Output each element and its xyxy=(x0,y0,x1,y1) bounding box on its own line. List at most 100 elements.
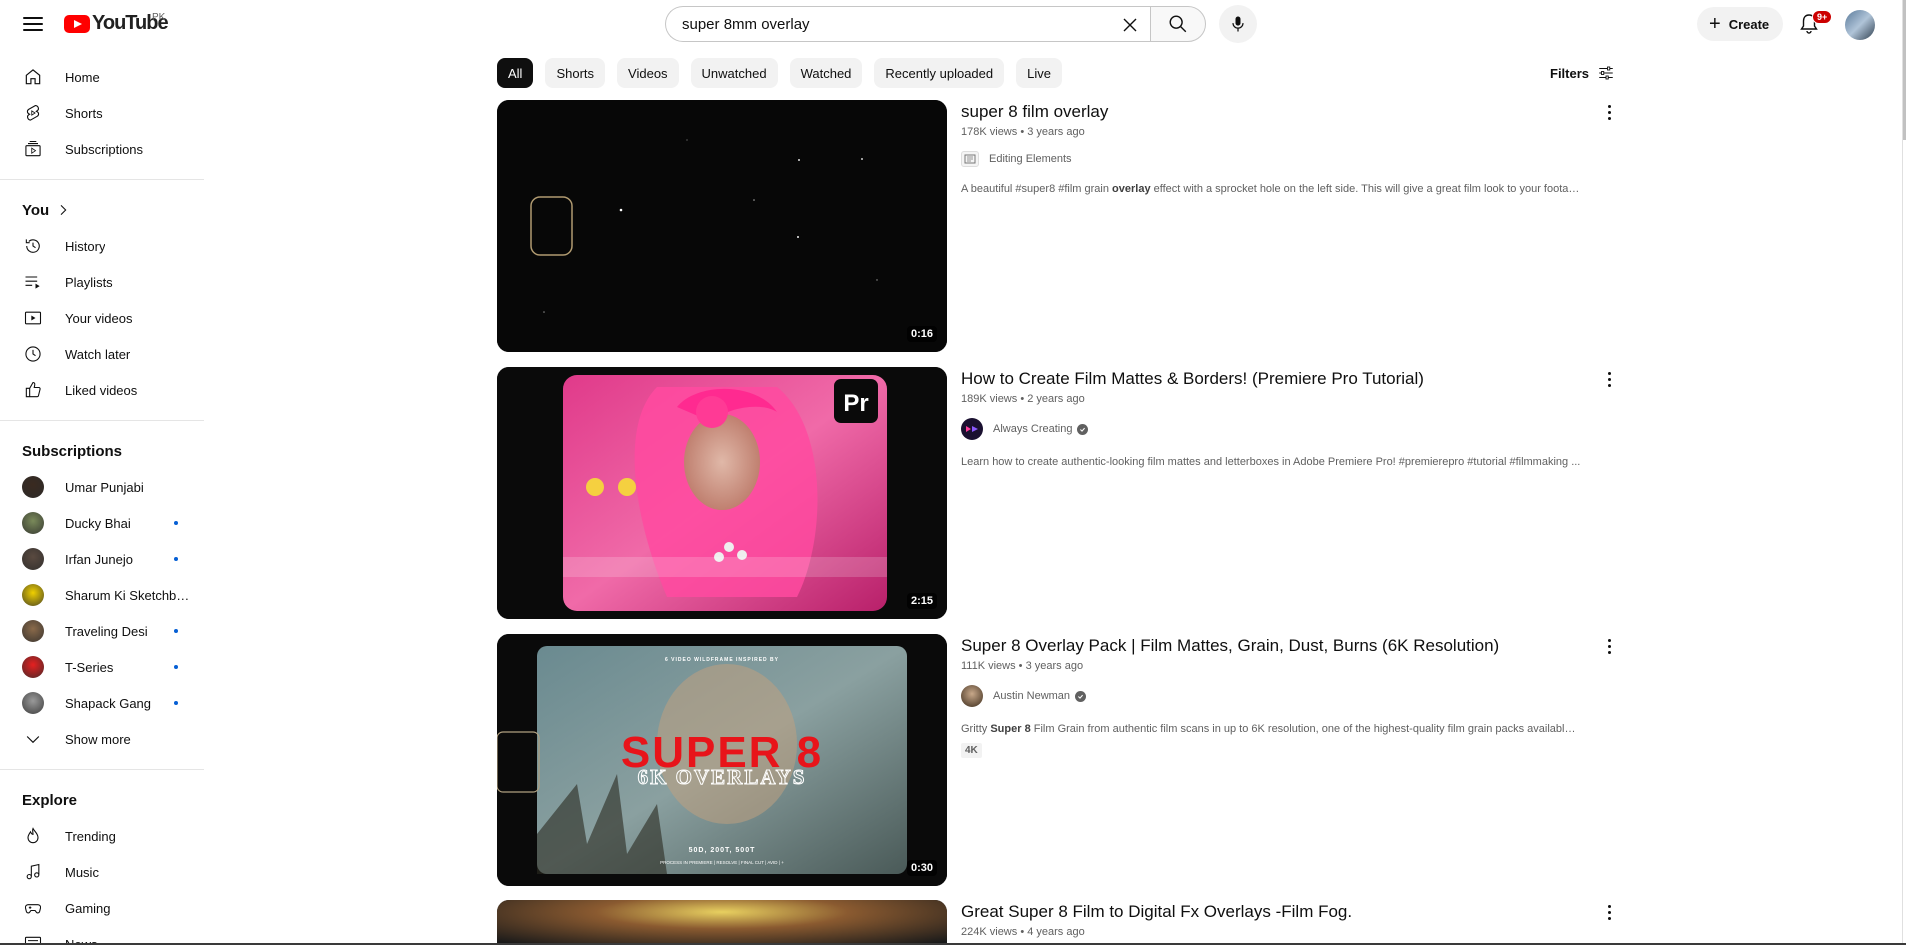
sidebar-subscription-item[interactable]: Sharum Ki Sketchbook xyxy=(0,577,204,613)
video-thumbnail[interactable]: 0:16 xyxy=(497,100,947,352)
sidebar-item-label: T-Series xyxy=(65,660,113,675)
sidebar-item-home[interactable]: Home xyxy=(0,59,204,95)
video-result: 0:16 super 8 film overlay 178K views • 3… xyxy=(497,100,1617,352)
new-content-dot xyxy=(174,521,178,525)
video-thumbnail[interactable] xyxy=(497,900,947,945)
more-actions-button[interactable] xyxy=(1597,634,1621,658)
sidebar-subscription-item[interactable]: T-Series xyxy=(0,649,204,685)
desc-text: A beautiful #super8 #film grain xyxy=(961,183,1112,195)
chip-shorts[interactable]: Shorts xyxy=(545,58,605,88)
gaming-icon xyxy=(22,897,44,919)
filters-button[interactable]: Filters xyxy=(1550,64,1615,82)
window-edge xyxy=(1902,0,1903,945)
video-meta: 178K views • 3 years ago xyxy=(961,126,1581,138)
more-actions-button[interactable] xyxy=(1597,100,1621,124)
sidebar-item-gaming[interactable]: Gaming xyxy=(0,890,204,926)
menu-bar xyxy=(23,29,43,31)
video-result: 6 VIDEO WILDFRAME INSPIRED BY SUPER 8 6K… xyxy=(497,634,1617,886)
dot xyxy=(1608,651,1611,654)
sidebar-item-music[interactable]: Music xyxy=(0,854,204,890)
channel-link[interactable]: Austin Newman xyxy=(961,685,1581,707)
menu-bar xyxy=(23,23,43,25)
channel-link[interactable]: Always Creating xyxy=(961,418,1581,440)
sidebar-subscription-item[interactable]: Ducky Bhai xyxy=(0,505,204,541)
video-title[interactable]: super 8 film overlay xyxy=(961,100,1581,124)
search-bar xyxy=(665,6,1206,42)
microphone-icon xyxy=(1228,14,1248,34)
clear-search-icon[interactable] xyxy=(1118,13,1142,37)
channel-avatar xyxy=(22,692,44,714)
more-actions-button[interactable] xyxy=(1597,367,1621,391)
video-info: Super 8 Overlay Pack | Film Mattes, Grai… xyxy=(961,634,1581,758)
show-more-button[interactable]: Show more xyxy=(0,721,204,757)
sidebar-item-watch-later[interactable]: Watch later xyxy=(0,336,204,372)
video-title[interactable]: Super 8 Overlay Pack | Film Mattes, Grai… xyxy=(961,634,1581,658)
channel-avatar xyxy=(961,685,983,707)
filter-chips: All Shorts Videos Unwatched Watched Recently … xyxy=(497,58,1062,88)
dot xyxy=(1608,378,1611,381)
video-info: Great Super 8 Film to Digital Fx Overlay… xyxy=(961,900,1581,938)
chip-unwatched[interactable]: Unwatched xyxy=(691,58,778,88)
create-button[interactable]: + Create xyxy=(1697,7,1783,41)
sidebar-subscription-item[interactable]: Traveling Desi xyxy=(0,613,204,649)
sidebar-item-label: Sharum Ki Sketchbook xyxy=(65,588,195,603)
sidebar-item-your-videos[interactable]: Your videos xyxy=(0,300,204,336)
video-title[interactable]: Great Super 8 Film to Digital Fx Overlay… xyxy=(961,900,1581,924)
sidebar-item-shorts[interactable]: Shorts xyxy=(0,95,204,131)
video-thumbnail[interactable]: 6 VIDEO WILDFRAME INSPIRED BY SUPER 8 6K… xyxy=(497,634,947,886)
your-videos-icon xyxy=(22,307,44,329)
chip-all[interactable]: All xyxy=(497,58,533,88)
plus-icon: + xyxy=(1709,14,1721,34)
channel-avatar xyxy=(22,512,44,534)
voice-search-button[interactable] xyxy=(1219,5,1257,43)
search-button[interactable] xyxy=(1150,6,1206,42)
thumbnail-top-text: 6 VIDEO WILDFRAME INSPIRED BY xyxy=(665,657,779,663)
sidebar-item-history[interactable]: History xyxy=(0,228,204,264)
new-content-dot xyxy=(174,701,178,705)
sidebar-item-playlists[interactable]: Playlists xyxy=(0,264,204,300)
dot xyxy=(1608,111,1611,114)
account-avatar[interactable] xyxy=(1845,10,1875,40)
video-meta: 224K views • 4 years ago xyxy=(961,926,1581,938)
chip-recently-uploaded[interactable]: Recently uploaded xyxy=(874,58,1004,88)
search-input[interactable] xyxy=(682,16,1082,33)
sidebar-subscription-item[interactable]: Irfan Junejo xyxy=(0,541,204,577)
video-result: Pr 2:15 How to Create Film Mattes & Bord… xyxy=(497,367,1617,619)
show-more-label: Show more xyxy=(65,732,131,747)
dot xyxy=(1608,905,1611,908)
sidebar-item-label: Shorts xyxy=(65,106,103,121)
channel-link[interactable]: Editing Elements xyxy=(961,151,1581,167)
chip-live[interactable]: Live xyxy=(1016,58,1062,88)
country-code: PK xyxy=(152,12,165,23)
filters-label: Filters xyxy=(1550,66,1589,81)
sidebar-item-subscriptions[interactable]: Subscriptions xyxy=(0,131,204,167)
youtube-play-icon xyxy=(64,15,90,33)
upload-age: 4 years ago xyxy=(1027,926,1084,938)
subscriptions-list: Umar Punjabi Ducky Bhai Irfan Junejo Sharum… xyxy=(0,469,204,721)
sidebar-you-header[interactable]: You xyxy=(0,192,204,228)
thumbnail-image: Pr xyxy=(497,367,947,619)
youtube-logo[interactable]: YouTube PK xyxy=(64,12,168,35)
sidebar-item-label: History xyxy=(65,239,105,254)
sidebar-item-label: Home xyxy=(65,70,100,85)
thumbnail-footer-text: PROCESS IN PREMIERE | RESOLVE | FINAL CU… xyxy=(660,860,784,865)
subscriptions-icon xyxy=(22,138,44,160)
sidebar-subscription-item[interactable]: Umar Punjabi xyxy=(0,469,204,505)
thumbnail-subtitle-text: 6K OVERLAYS xyxy=(638,765,807,789)
sidebar-item-liked-videos[interactable]: Liked videos xyxy=(0,372,204,408)
menu-bar xyxy=(23,17,43,19)
chip-watched[interactable]: Watched xyxy=(790,58,863,88)
chip-videos[interactable]: Videos xyxy=(617,58,679,88)
video-title[interactable]: How to Create Film Mattes & Borders! (Pr… xyxy=(961,367,1581,391)
sidebar-item-label: Watch later xyxy=(65,347,130,362)
video-thumbnail[interactable]: Pr 2:15 xyxy=(497,367,947,619)
more-actions-button[interactable] xyxy=(1597,900,1621,924)
thumbnail-image xyxy=(497,100,947,352)
premiere-pro-badge: Pr xyxy=(843,390,868,417)
sidebar-item-label: Ducky Bhai xyxy=(65,516,131,531)
sidebar-item-trending[interactable]: Trending xyxy=(0,818,204,854)
sidebar-subscription-item[interactable]: Shapack Gang xyxy=(0,685,204,721)
dot xyxy=(1608,105,1611,108)
verified-icon xyxy=(1075,691,1086,702)
menu-button[interactable] xyxy=(20,14,46,34)
